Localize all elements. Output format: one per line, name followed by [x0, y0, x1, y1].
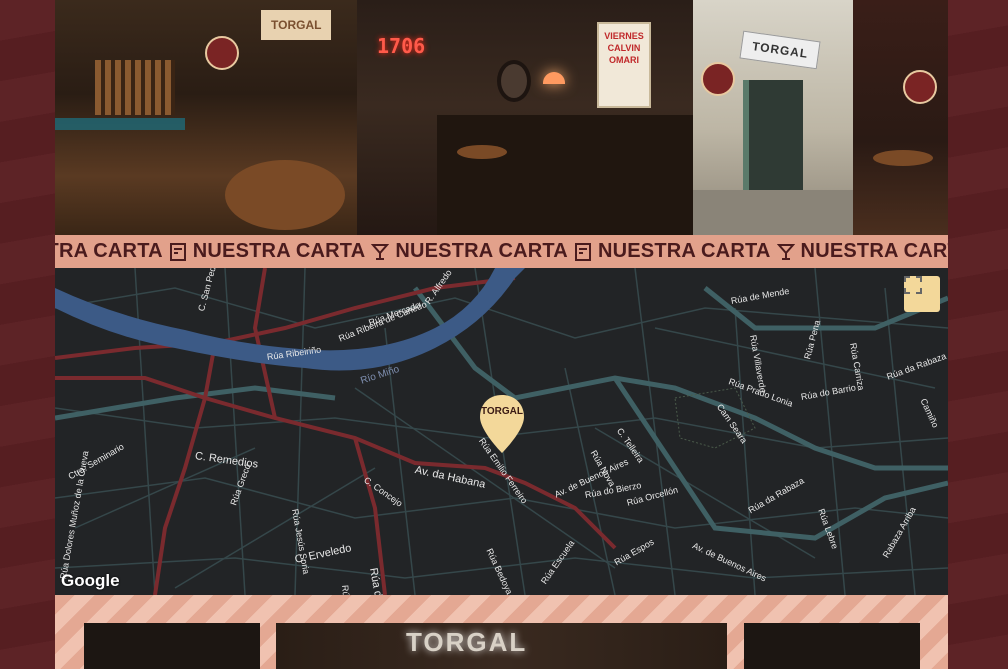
gallery-band: TORGAL	[55, 595, 948, 669]
storefront-seal-icon	[701, 62, 735, 96]
interior-table	[873, 150, 933, 166]
gallery-card[interactable]	[84, 623, 260, 669]
photo-interior-red	[853, 0, 948, 235]
logo-seal-icon	[205, 36, 239, 70]
poster-line-1: VIERNES	[604, 31, 644, 41]
marquee-track: STRA CARTA NUESTRA CARTA NUESTRA CARTA N…	[55, 240, 948, 263]
storefront-door	[743, 80, 803, 190]
cocktail-icon	[371, 243, 390, 261]
marquee-fragment-text: STRA CARTA	[55, 240, 163, 262]
poster-line-2: CALVIN	[607, 43, 641, 53]
wood-panel	[437, 115, 693, 235]
menu-icon	[574, 242, 592, 261]
page-frame: TORGAL 1706 VIERNES CALVIN OMARI TORGAL	[55, 0, 948, 669]
fullscreen-button[interactable]	[904, 276, 940, 312]
storefront-sign: TORGAL	[739, 30, 822, 70]
gallery-card[interactable]	[744, 623, 920, 669]
menu-icon	[169, 242, 187, 261]
interior-seal-icon	[903, 70, 937, 104]
map-pin-icon	[480, 395, 524, 453]
marquee-fragment: STRA CARTA	[55, 240, 163, 263]
bottle-shelf	[95, 60, 175, 115]
wall-lamp	[543, 72, 565, 84]
photo-bar-lounge: 1706 VIERNES CALVIN OMARI	[357, 0, 693, 235]
gallery-card-featured[interactable]: TORGAL	[276, 623, 727, 669]
photo-bar-interior: TORGAL	[55, 0, 357, 235]
cocktail-icon	[776, 243, 795, 261]
round-table	[225, 160, 345, 230]
marquee-item[interactable]: NUESTRA CARTA	[395, 240, 568, 263]
photo-strip: TORGAL 1706 VIERNES CALVIN OMARI TORGAL	[55, 0, 948, 235]
poster-line-3: OMARI	[609, 55, 639, 65]
fullscreen-icon	[904, 276, 922, 294]
small-table	[457, 145, 507, 159]
marquee-item[interactable]: NUESTRA CARTA	[801, 240, 948, 263]
marquee-item[interactable]: NUESTRA CARTA	[598, 240, 771, 263]
bar-counter-light	[55, 118, 185, 130]
photo-storefront: TORGAL	[693, 0, 853, 235]
marquee-item[interactable]: NUESTRA CARTA	[193, 240, 366, 263]
marker-label: TORGAL	[480, 406, 524, 417]
round-mirror	[497, 60, 531, 102]
event-poster: VIERNES CALVIN OMARI	[597, 22, 651, 108]
location-marker[interactable]: TORGAL	[478, 393, 526, 455]
card-neon-sign: TORGAL	[406, 627, 528, 657]
menu-marquee[interactable]: STRA CARTA NUESTRA CARTA NUESTRA CARTA N…	[55, 235, 948, 268]
google-logo[interactable]: Google	[61, 571, 120, 591]
neon-sign: 1706	[377, 34, 426, 58]
torgal-wall-sign: TORGAL	[261, 10, 332, 40]
sidewalk	[693, 190, 853, 235]
location-map[interactable]: C. San Pedro Rúa Mercado R. Alfredo Rúa …	[55, 268, 948, 595]
